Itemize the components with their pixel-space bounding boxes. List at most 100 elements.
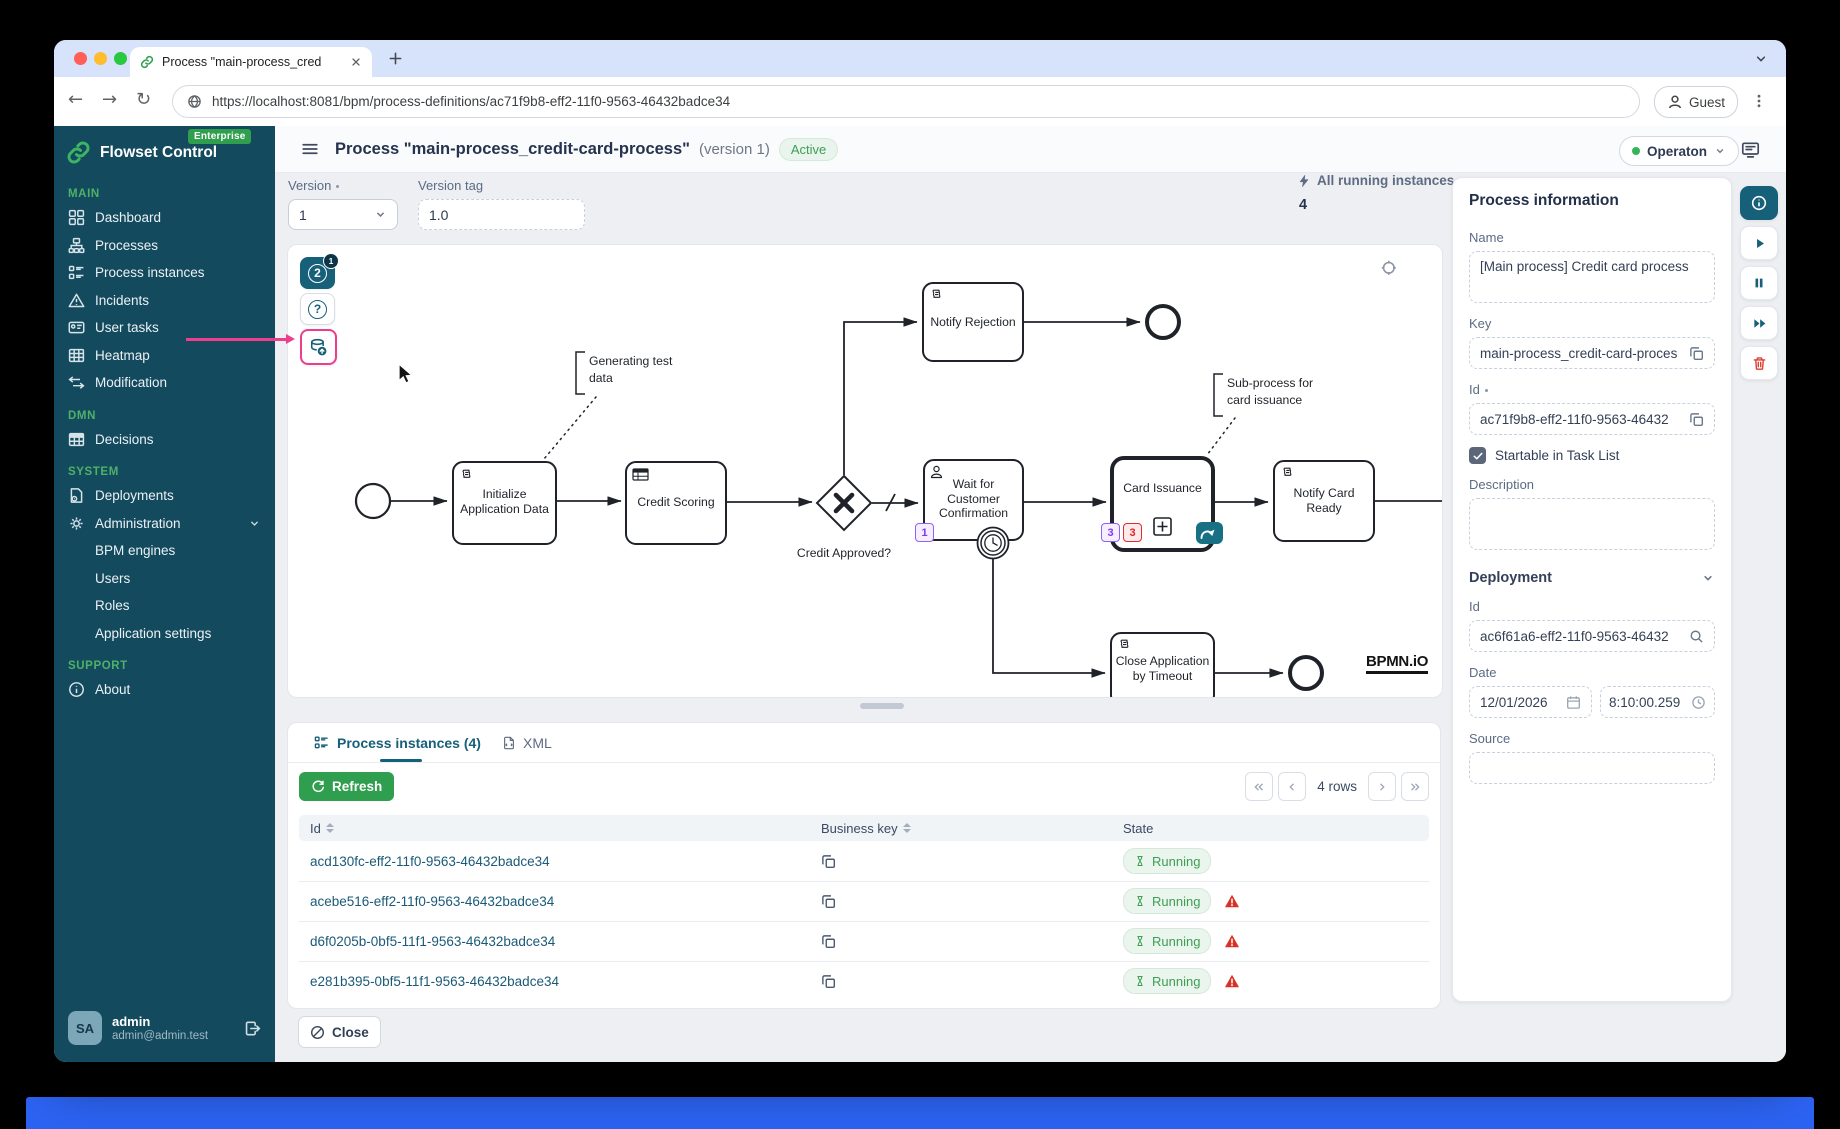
task-label-wait-confirmation[interactable]: Wait for Customer Confirmation <box>928 471 1019 527</box>
tab-list-chevron-icon[interactable] <box>1754 52 1768 66</box>
sidebar-item-users[interactable]: Users <box>54 565 275 593</box>
browser-menu-icon[interactable] <box>1751 93 1767 109</box>
task-label-credit-scoring[interactable]: Credit Scoring <box>628 493 724 511</box>
bpmn-canvas[interactable]: Initialize Application Data Credit Scori… <box>287 244 1443 698</box>
tab-close-icon[interactable] <box>350 56 362 68</box>
instance-id-link[interactable]: e281b395-0bf5-11f1-9563-46432badce34 <box>299 974 810 989</box>
info-tab-button[interactable] <box>1740 186 1778 220</box>
delete-button[interactable] <box>1740 346 1778 380</box>
panel-resize-handle[interactable] <box>860 703 904 709</box>
prev-page-button[interactable] <box>1278 772 1307 801</box>
engine-screen-icon[interactable] <box>1741 140 1760 159</box>
time-value: 8:10:00.259 <box>1608 694 1681 710</box>
table-row[interactable]: e281b395-0bf5-11f1-9563-46432badce34 Run… <box>299 961 1429 1001</box>
back-button[interactable]: ← <box>68 89 83 110</box>
toggle-instance-overlays-button[interactable]: 2 1 <box>300 253 339 289</box>
version-tag-input[interactable]: 1.0 <box>418 199 585 230</box>
table-row[interactable]: acebe516-eff2-11f0-9563-46432badce34 Run… <box>299 881 1429 922</box>
table-row[interactable]: d6f0205b-0bf5-11f1-9563-46432badce34 Run… <box>299 921 1429 962</box>
badge-card-active-count[interactable]: 3 <box>1101 523 1120 542</box>
start-instance-button[interactable] <box>1740 226 1778 260</box>
date-label: Date <box>1469 665 1497 680</box>
generate-test-data-button[interactable] <box>300 329 337 365</box>
badge-card-incident-count[interactable]: 3 <box>1123 523 1142 542</box>
sidebar-item-incidents[interactable]: Incidents <box>54 287 275 315</box>
sidebar-item-dashboard[interactable]: Dashboard <box>54 204 275 232</box>
task-label-notify-card-ready[interactable]: Notify Card Ready <box>1276 484 1372 518</box>
desktop: Process "main-process_cred ← → ↻ https:/… <box>0 0 1840 1129</box>
instance-id-link[interactable]: acebe516-eff2-11f0-9563-46432badce34 <box>299 894 810 909</box>
instance-id-link[interactable]: acd130fc-eff2-11f0-9563-46432badce34 <box>299 854 810 869</box>
sidebar-item-process-instances[interactable]: Process instances <box>54 259 275 287</box>
subprocess-label-card-issuance[interactable]: Card Issuance <box>1116 479 1209 497</box>
copy-business-key-icon[interactable] <box>821 974 836 989</box>
column-id[interactable]: Id <box>299 821 810 836</box>
app-brand[interactable]: Flowset Control <box>66 140 217 165</box>
instances-panel: Process instances (4) XML Refresh 4 rows <box>287 722 1441 1009</box>
diagram-help-button[interactable]: ? <box>300 293 335 325</box>
site-info-globe-icon[interactable] <box>187 94 202 109</box>
collapse-sidebar-burger-icon[interactable] <box>301 140 319 158</box>
sidebar-item-roles[interactable]: Roles <box>54 592 275 620</box>
copy-business-key-icon[interactable] <box>821 854 836 869</box>
copy-business-key-icon[interactable] <box>821 934 836 949</box>
reload-button[interactable]: ↻ <box>136 89 151 110</box>
first-page-button[interactable] <box>1245 772 1274 801</box>
sidebar-item-decisions[interactable]: Decisions <box>54 426 275 454</box>
window-close-button[interactable] <box>74 52 87 65</box>
copy-business-key-icon[interactable] <box>821 894 836 909</box>
forward-button[interactable]: → <box>102 89 117 110</box>
search-icon[interactable] <box>1689 629 1704 644</box>
logout-icon[interactable] <box>244 1020 261 1037</box>
decisions-icon <box>68 432 85 446</box>
badge-wait-active-count[interactable]: 1 <box>915 523 934 542</box>
id-field[interactable]: ac71f9b8-eff2-11f0-9563-46432 <box>1469 403 1715 435</box>
bpmn-io-logo[interactable]: BPMN.iO <box>1366 653 1428 674</box>
new-tab-button[interactable] <box>388 51 403 66</box>
table-row[interactable]: acd130fc-eff2-11f0-9563-46432badce34 Run… <box>299 841 1429 882</box>
source-field[interactable] <box>1469 752 1715 784</box>
engine-status-dot <box>1632 147 1640 155</box>
profile-button[interactable]: Guest <box>1654 86 1739 118</box>
checkbox-checked[interactable] <box>1469 447 1486 464</box>
address-bar[interactable]: https://localhost:8081/bpm/process-defin… <box>172 85 1640 118</box>
refresh-button[interactable]: Refresh <box>299 772 395 801</box>
version-select[interactable]: 1 <box>288 199 398 230</box>
migrate-button[interactable] <box>1740 306 1778 340</box>
user-card[interactable]: SA admin admin@admin.test <box>62 1004 267 1052</box>
sidebar-item-deployments[interactable]: Deployments <box>54 482 275 510</box>
task-label-close-application[interactable]: Close Application by Timeout <box>1113 644 1212 694</box>
sidebar-item-application-settings[interactable]: Application settings <box>54 620 275 648</box>
time-field[interactable]: 8:10:00.259 <box>1599 686 1715 718</box>
name-field[interactable]: [Main process] Credit card process <box>1469 251 1715 303</box>
task-label-notify-rejection[interactable]: Notify Rejection <box>925 313 1021 331</box>
task-label-initialize[interactable]: Initialize Application Data <box>454 473 555 531</box>
description-field[interactable] <box>1469 498 1715 550</box>
close-button[interactable]: Close <box>298 1016 381 1048</box>
deployment-id-field[interactable]: ac6f61a6-eff2-11f0-9563-46432 <box>1469 620 1715 652</box>
window-zoom-button[interactable] <box>114 52 127 65</box>
sidebar-item-administration[interactable]: Administration <box>54 510 275 538</box>
window-minimize-button[interactable] <box>94 52 107 65</box>
browser-tab[interactable]: Process "main-process_cred <box>130 47 372 77</box>
date-field[interactable]: 12/01/2026 <box>1469 686 1592 718</box>
sidebar-item-processes[interactable]: Processes <box>54 232 275 260</box>
startable-checkbox-row[interactable]: Startable in Task List <box>1469 447 1715 464</box>
sidebar-item-heatmap[interactable]: Heatmap <box>54 342 275 370</box>
nav-label: Modification <box>95 375 168 391</box>
instance-id-link[interactable]: d6f0205b-0bf5-11f1-9563-46432badce34 <box>299 934 810 949</box>
suspend-button[interactable] <box>1740 266 1778 300</box>
tab-xml[interactable]: XML <box>502 723 552 762</box>
copy-icon[interactable] <box>1689 412 1704 427</box>
tab-process-instances[interactable]: Process instances (4) <box>314 723 481 762</box>
sidebar-item-modification[interactable]: Modification <box>54 369 275 397</box>
next-page-button[interactable] <box>1368 772 1396 801</box>
sidebar-item-bpm-engines[interactable]: BPM engines <box>54 537 275 565</box>
key-field[interactable]: main-process_credit-card-proces <box>1469 337 1715 369</box>
engine-selector[interactable]: Operaton <box>1619 136 1740 166</box>
column-business-key[interactable]: Business key <box>810 821 1112 836</box>
copy-icon[interactable] <box>1689 346 1704 361</box>
deployment-section-header[interactable]: Deployment <box>1469 570 1715 586</box>
last-page-button[interactable] <box>1401 772 1429 801</box>
sidebar-item-about[interactable]: About <box>54 676 275 704</box>
